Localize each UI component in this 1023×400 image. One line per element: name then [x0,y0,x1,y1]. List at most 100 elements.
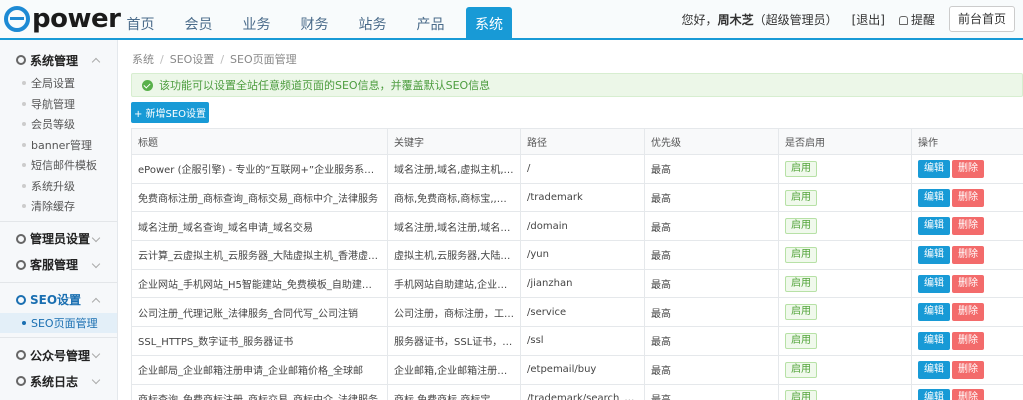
sidebar-divider [0,281,117,283]
edit-button[interactable]: 编辑 [918,303,950,322]
status-badge: 启用 [785,218,817,235]
delete-button[interactable]: 删除 [952,360,984,379]
nav-system[interactable]: 系统 [466,7,512,40]
col-keywords: 关键字 [387,128,521,155]
cell-path: /trademark/search_details [520,383,645,400]
delete-button[interactable]: 删除 [952,245,984,264]
col-actions: 操作 [911,128,1023,155]
sidebar-item-sms-templates[interactable]: 短信邮件模板 [0,155,117,176]
status-badge: 启用 [785,390,817,400]
sidebar-group-support[interactable]: 客服管理 [0,252,117,278]
cell-path: /trademark [520,182,645,213]
user-name: 周木芝 [717,12,754,27]
cell-enabled: 启用 [778,240,912,270]
table-row: 免费商标注册_商标查询_商标交易_商标中介_法律服务 商标,免费商标,商标宝,,免… [131,182,1023,213]
edit-button[interactable]: 编辑 [918,217,950,236]
chevron-down-icon [91,233,101,242]
status-badge: 启用 [785,160,817,177]
cell-title: ePower (企服引擎) - 专业的“互联网+”企业服务系统，集成包括域... [131,154,388,184]
col-title: 标题 [131,128,388,155]
delete-button[interactable]: 删除 [952,303,984,322]
cell-actions: 编辑 删除 [911,154,1023,184]
cell-priority: 最高 [644,154,779,184]
edit-button[interactable]: 编辑 [918,389,950,400]
sidebar-item-global-settings[interactable]: 全局设置 [0,73,117,94]
edit-button[interactable]: 编辑 [918,331,950,350]
seo-table: 标题 关键字 路径 优先级 是否启用 操作 ePower (企服引擎) - 专业… [131,128,1023,400]
delete-button[interactable]: 删除 [952,159,984,178]
status-badge: 启用 [785,304,817,321]
cell-title: 商标查询_免费商标注册_商标交易_商标中介_法律服务 [131,383,388,400]
delete-button[interactable]: 删除 [952,188,984,207]
cell-actions: 编辑 删除 [911,354,1023,385]
table-row: 公司注册_代理记账_法律服务_合同代写_公司注销公司注册，商标注册，工商注册..… [131,297,1023,328]
cell-enabled: 启用 [778,211,912,242]
edit-button[interactable]: 编辑 [918,188,950,207]
cell-actions: 编辑 删除 [911,240,1023,270]
sidebar-group-logs[interactable]: 系统日志 [0,368,117,394]
cell-enabled: 启用 [778,354,912,385]
cell-keywords: 域名注册,域名,虚拟主机,邮箱,企... [387,154,521,184]
user-role: （超级管理员） [753,12,838,27]
cell-priority: 最高 [644,297,779,328]
cell-keywords: 域名注册,域名注册,域名注册,域... [387,211,521,242]
edit-button[interactable]: 编辑 [918,245,950,264]
top-header: power 首页 会员 业务 财务 站务 产品 系统 您好，周木芝（超级管理员）… [0,0,1023,40]
add-seo-button[interactable]: + 新增SEO设置 [131,102,209,123]
table-row: 企业邮局_企业邮箱注册申请_企业邮箱价格_全球邮企业邮箱,企业邮箱注册申请,企业… [131,354,1023,385]
sidebar-item-member-levels[interactable]: 会员等级 [0,114,117,135]
cell-priority: 最高 [644,354,779,385]
nav-products[interactable]: 产品 [408,7,453,40]
breadcrumb-system[interactable]: 系统 [132,53,154,66]
breadcrumb-seo[interactable]: SEO设置 [170,53,215,66]
delete-button[interactable]: 删除 [952,331,984,350]
cell-keywords: 商标,免费商标,商标宝,,免费商标... [387,383,521,400]
delete-button[interactable]: 删除 [952,217,984,236]
sidebar-group-label: 管理员设置 [30,232,91,246]
delete-button[interactable]: 删除 [952,274,984,293]
table-body: ePower (企服引擎) - 专业的“互联网+”企业服务系统，集成包括域...… [131,154,1023,400]
nav-members[interactable]: 会员 [176,7,221,40]
sidebar-item-seo-pages[interactable]: SEO页面管理 [0,312,117,333]
notify-label: 提醒 [910,12,935,27]
sidebar-item-clear-cache[interactable]: 清除缓存 [0,196,117,217]
edit-button[interactable]: 编辑 [918,274,950,293]
sidebar-group-wechat[interactable]: 公众号管理 [0,342,117,368]
notify-link[interactable]: 提醒 [898,11,935,28]
delete-button[interactable]: 删除 [952,389,984,400]
sidebar-group-system[interactable]: 系统管理 [0,47,117,73]
wechat-icon [16,350,26,360]
cell-enabled: 启用 [778,383,912,400]
cell-priority: 最高 [644,211,779,242]
sidebar-item-banner[interactable]: banner管理 [0,135,117,156]
cell-path: /etpemail/buy [520,354,645,385]
nav-business[interactable]: 业务 [234,7,279,40]
sidebar-group-label: 系统管理 [30,53,79,68]
sidebar-group-label: 系统日志 [30,374,79,389]
logo-e-icon [4,6,30,32]
sidebar-group-admin[interactable]: 管理员设置 [0,226,117,252]
breadcrumb-current: SEO页面管理 [230,53,297,66]
logout-link[interactable]: [退出] [852,11,885,28]
nav-site[interactable]: 站务 [350,7,395,40]
edit-button[interactable]: 编辑 [918,360,950,379]
sidebar-item-upgrade[interactable]: 系统升级 [0,176,117,197]
user-greeting: 您好，周木芝（超级管理员） [682,11,838,28]
cell-priority: 最高 [644,240,779,270]
sidebar-item-nav-management[interactable]: 导航管理 [0,94,117,115]
frontend-home-button[interactable]: 前台首页 [948,6,1015,32]
sidebar-group-seo[interactable]: SEO设置 [0,287,117,313]
main-content: 系统 / SEO设置 / SEO页面管理 该功能可以设置全站任意频道页面的SEO信息，并… [118,40,1023,400]
epower-logo[interactable]: power [4,4,121,34]
chevron-down-icon [91,375,101,385]
nav-home[interactable]: 首页 [118,7,163,40]
alert-text: 该功能可以设置全站任意频道页面的SEO信息，并覆盖默认SEO信息 [159,79,491,92]
col-path: 路径 [520,128,645,155]
chevron-up-icon [91,57,101,67]
cell-keywords: 虚拟主机,云服务器,大陆虚拟主机... [387,240,521,270]
edit-button[interactable]: 编辑 [918,159,950,178]
table-row: SSL_HTTPS_数字证书_服务器证书服务器证书，SSL证书，SSL，SS..… [131,326,1023,356]
breadcrumb: 系统 / SEO设置 / SEO页面管理 [132,51,297,67]
nav-finance[interactable]: 财务 [292,7,337,40]
cell-keywords: 公司注册，商标注册，工商注册... [387,297,521,328]
